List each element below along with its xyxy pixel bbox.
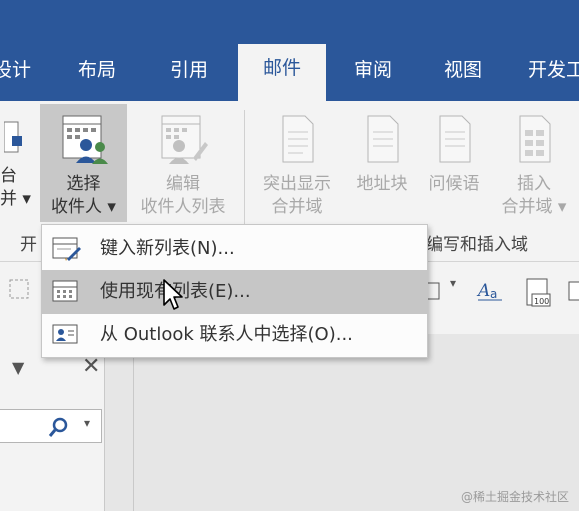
select-recipients-label-2: 收件人 ▾ xyxy=(51,197,116,217)
greeting-line-label: 问候语 xyxy=(428,174,480,194)
rules-icon[interactable] xyxy=(8,278,30,300)
existing-list-icon xyxy=(52,280,78,302)
outlook-contacts-icon xyxy=(52,324,78,344)
address-block-label: 地址块 xyxy=(356,174,408,194)
address-block-button[interactable]: 地址块 xyxy=(348,114,416,196)
group-label-start: 开 xyxy=(20,235,37,255)
menu-item-label: 从 Outlook 联系人中选择(O)... xyxy=(100,324,353,345)
partial-label-2: 并 ▾ xyxy=(0,189,31,209)
select-recipients-menu: 键入新列表(N)... 使用现有列表(E)... 从 Outlook 联系人中选… xyxy=(41,224,428,358)
tab-developer[interactable]: 开发工 xyxy=(528,46,579,101)
insert-field-icon xyxy=(519,115,551,163)
record-number-icon[interactable]: 100 xyxy=(524,278,552,308)
watermark-text: @稀土掘金技术社区 xyxy=(460,490,569,504)
group-label-write-insert: 编写和插入域 xyxy=(426,235,528,255)
edit-list-icon xyxy=(161,115,208,164)
match-fields-icon[interactable] xyxy=(426,282,440,300)
search-icon[interactable] xyxy=(48,417,70,437)
chevron-down-icon[interactable]: ▾ xyxy=(450,276,456,290)
tab-review[interactable]: 审阅 xyxy=(338,46,408,101)
address-block-icon xyxy=(367,115,399,163)
partial-ribbon-button[interactable]: 台 并 ▾ xyxy=(0,118,31,211)
merge-field-doc-icon xyxy=(282,115,314,163)
edit-recipient-list-button[interactable]: 编辑 收件人列表 xyxy=(128,114,238,219)
svg-text:a: a xyxy=(490,287,497,301)
highlight-label-2: 合并域 xyxy=(271,197,323,217)
greeting-line-button[interactable]: 问候语 xyxy=(420,114,488,196)
edit-recipients-label-1: 编辑 xyxy=(166,174,200,194)
svg-text:A: A xyxy=(476,281,490,301)
pane-options-chevron-icon[interactable]: ▼ xyxy=(12,358,24,377)
menu-item-use-existing-list[interactable]: 使用现有列表(E)... xyxy=(42,270,427,314)
highlight-merge-fields-button[interactable]: 突出显示 合并域 xyxy=(254,114,340,219)
greeting-line-icon xyxy=(439,115,471,163)
new-list-icon xyxy=(52,237,81,261)
tab-layout[interactable]: 布局 xyxy=(62,46,132,101)
find-recipient-icon[interactable] xyxy=(568,280,579,302)
menu-item-outlook-contacts[interactable]: 从 Outlook 联系人中选择(O)... xyxy=(42,313,427,357)
insert-merge-field-button[interactable]: 插入 合并域 ▾ xyxy=(492,114,576,219)
highlight-label-1: 突出显示 xyxy=(263,174,331,194)
select-recipients-icon xyxy=(62,115,108,164)
tab-design[interactable]: 设计 xyxy=(0,46,32,101)
edit-recipients-label-2: 收件人列表 xyxy=(140,197,226,217)
search-options-chevron-icon[interactable]: ▾ xyxy=(84,416,90,430)
menu-item-label: 键入新列表(N)... xyxy=(100,238,235,259)
mouse-cursor-icon xyxy=(163,279,183,310)
insert-label-2: 合并域 ▾ xyxy=(501,197,567,217)
tab-references[interactable]: 引用 xyxy=(154,46,224,101)
tab-mailings[interactable]: 邮件 xyxy=(238,44,326,102)
insert-label-1: 插入 xyxy=(517,174,551,194)
tab-view[interactable]: 视图 xyxy=(428,46,498,101)
svg-text:100: 100 xyxy=(534,297,549,306)
search-input[interactable]: ▾ xyxy=(0,409,102,443)
ribbon-tab-bar: 设计 布局 引用 邮件 审阅 视图 开发工 xyxy=(0,0,579,102)
document-area xyxy=(133,334,579,511)
document-icon xyxy=(3,121,22,153)
select-recipients-content[interactable]: 选择 收件人 ▾ xyxy=(40,114,127,219)
menu-item-type-new-list[interactable]: 键入新列表(N)... xyxy=(42,227,427,271)
preview-results-icon[interactable]: A a xyxy=(476,278,504,302)
partial-label-1: 台 xyxy=(0,166,17,186)
select-recipients-label-1: 选择 xyxy=(66,174,101,194)
